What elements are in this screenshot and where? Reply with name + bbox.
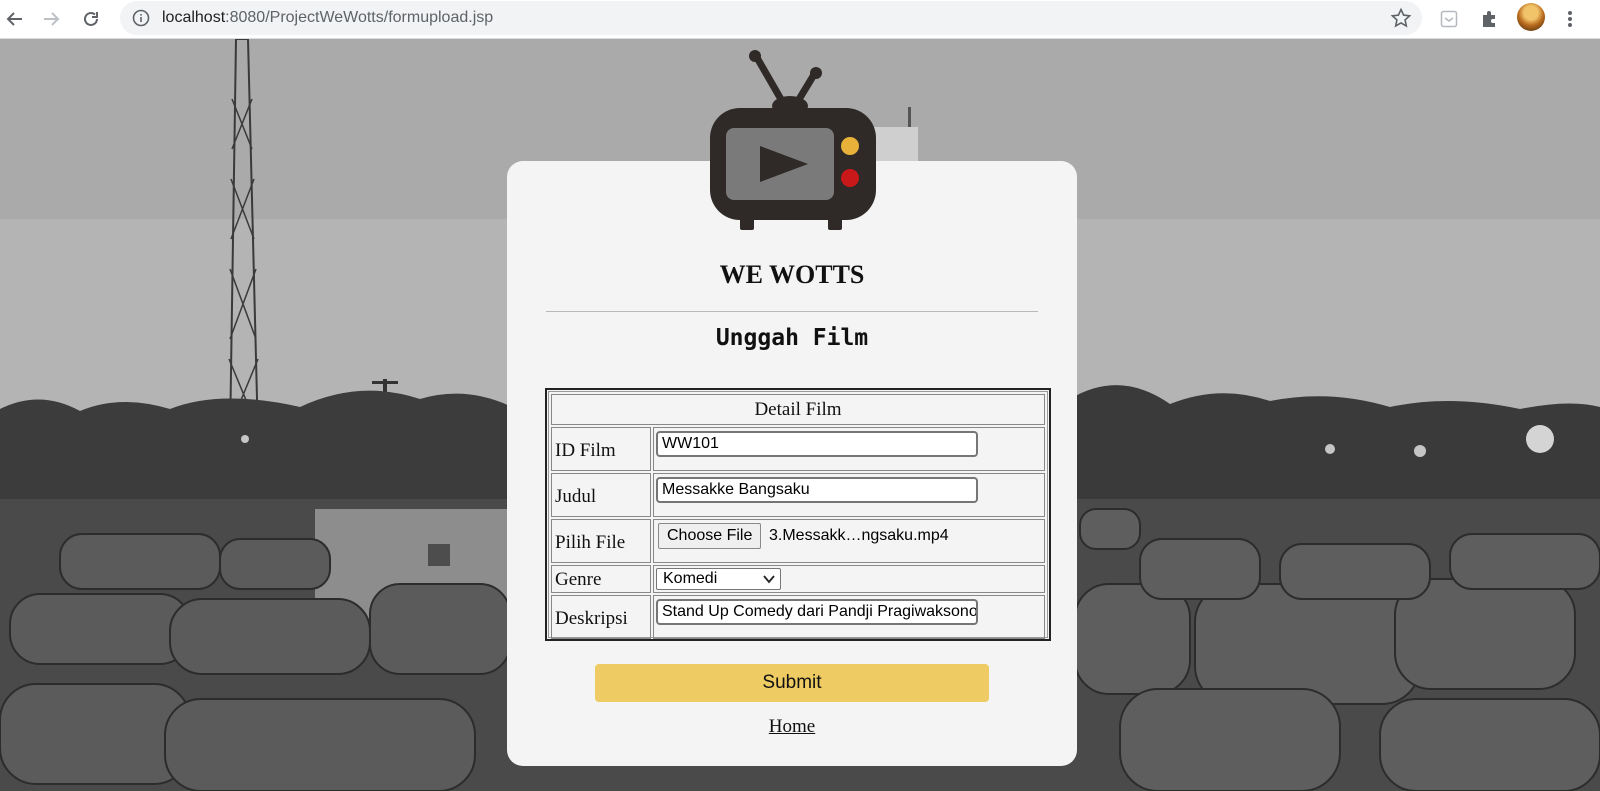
address-bar[interactable]: localhost:8080/ProjectWeWotts/formupload… <box>120 1 1422 35</box>
brand-name: WE WOTTS <box>719 260 865 289</box>
home-link[interactable]: Home <box>507 716 1077 738</box>
deskripsi-input[interactable]: Stand Up Comedy dari Pandji Pragiwaksono <box>656 599 978 625</box>
submit-button[interactable]: Submit <box>595 664 989 702</box>
genre-selected-value: Komedi <box>663 570 718 587</box>
forward-icon[interactable] <box>37 5 65 33</box>
choose-file-button[interactable]: Choose File <box>658 523 762 549</box>
tv-logo-icon <box>710 50 876 230</box>
film-detail-table: Detail Film ID Film WW101 Judul Messakke… <box>545 388 1051 641</box>
cell-judul: Messakke Bangsaku <box>653 473 1045 517</box>
genre-select[interactable]: Komedi <box>656 568 781 590</box>
label-id-film: ID Film <box>551 427 651 471</box>
divider <box>546 311 1038 312</box>
selected-file-name: 3.Messakk…ngsaku.mp4 <box>769 527 949 544</box>
avatar[interactable] <box>1517 3 1545 31</box>
label-deskripsi: Deskripsi <box>551 595 651 639</box>
browser-toolbar: localhost:8080/ProjectWeWotts/formupload… <box>0 0 1600 39</box>
chevron-down-icon <box>763 575 775 584</box>
extensions-icon[interactable] <box>1477 6 1503 32</box>
table-header: Detail Film <box>551 394 1045 425</box>
info-icon[interactable] <box>132 9 150 27</box>
page-title: Unggah Film <box>715 325 869 351</box>
cell-genre: Komedi <box>653 565 1045 593</box>
menu-icon[interactable] <box>1557 6 1583 32</box>
reload-icon[interactable] <box>77 5 105 33</box>
cell-id-film: WW101 <box>653 427 1045 471</box>
back-icon[interactable] <box>1 5 29 33</box>
label-judul: Judul <box>551 473 651 517</box>
url-text: localhost:8080/ProjectWeWotts/formupload… <box>162 9 494 26</box>
id-film-input[interactable]: WW101 <box>656 431 978 457</box>
judul-input[interactable]: Messakke Bangsaku <box>656 477 978 503</box>
label-genre: Genre <box>551 565 651 593</box>
star-icon[interactable] <box>1390 7 1412 29</box>
cell-pilih-file: Choose File 3.Messakk…ngsaku.mp4 <box>653 519 1045 563</box>
cell-deskripsi: Stand Up Comedy dari Pandji Pragiwaksono <box>653 595 1045 639</box>
reading-list-icon[interactable] <box>1436 6 1462 32</box>
label-pilih-file: Pilih File <box>551 519 651 563</box>
